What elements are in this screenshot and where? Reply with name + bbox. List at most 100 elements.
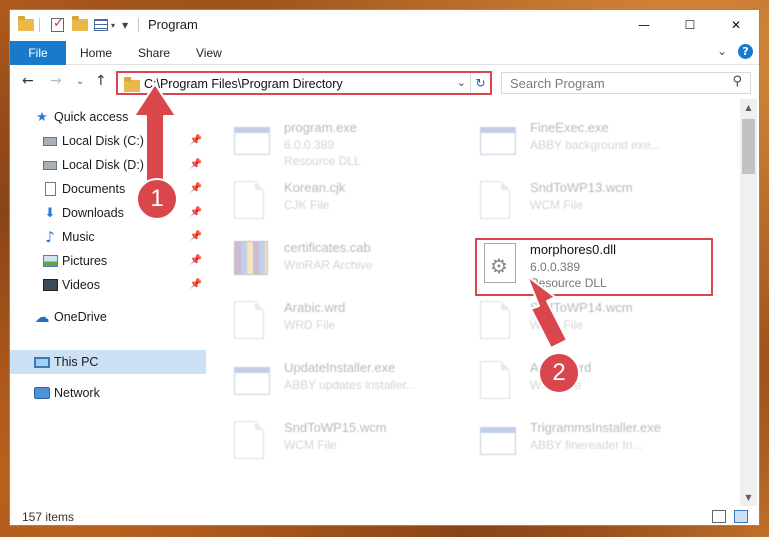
new-folder-icon[interactable] xyxy=(72,16,88,34)
file-type: WCM File xyxy=(530,198,583,212)
details-view-icon[interactable] xyxy=(712,510,726,523)
sidebar-item-pictures[interactable]: Pictures 📌 xyxy=(10,249,206,273)
list-item[interactable]: SndToWP13.wcm WCM File xyxy=(480,177,718,231)
scroll-thumb[interactable] xyxy=(742,119,755,174)
item-count: 157 items xyxy=(22,510,75,524)
pin-icon[interactable]: 📌 xyxy=(190,279,202,290)
forward-button[interactable]: → xyxy=(50,73,62,89)
search-input[interactable] xyxy=(502,73,712,93)
file-name: SndToWP13.wcm xyxy=(530,180,633,195)
properties-icon[interactable] xyxy=(94,16,108,34)
tab-share[interactable]: Share xyxy=(138,46,170,60)
sidebar-item-local-disk-c[interactable]: Local Disk (C:) 📌 xyxy=(10,129,206,153)
download-icon: ⬇ xyxy=(44,205,56,221)
document-icon xyxy=(42,182,58,196)
file-version: 6.0.0.389 xyxy=(284,138,335,152)
list-item[interactable]: UpdateInstaller.exe ABBY updates install… xyxy=(234,357,472,411)
network-icon xyxy=(34,386,50,400)
file-type: WRD File xyxy=(284,318,336,332)
ribbon-collapse-icon[interactable]: ⌄ xyxy=(717,44,727,58)
highlight-box xyxy=(475,238,713,296)
tab-home[interactable]: Home xyxy=(80,46,112,60)
list-item[interactable]: TrigrammsInstaller.exe ABBY finereader t… xyxy=(480,417,718,471)
recent-locations-button[interactable]: ⌄ xyxy=(76,76,84,87)
customize-toolbar-icon[interactable]: ▼ xyxy=(122,16,128,34)
file-type: CJK File xyxy=(284,198,330,212)
sidebar-item-network[interactable]: Network xyxy=(10,381,206,405)
file-name: certificates.cab xyxy=(284,240,371,255)
file-icon xyxy=(234,301,270,341)
ribbon: File Home Share View ⌄ ? xyxy=(10,41,759,65)
list-item[interactable]: Korean.cjk CJK File xyxy=(234,177,472,231)
sidebar-item-this-pc[interactable]: This PC xyxy=(10,350,206,374)
explorer-window: ▾ ▼ Program — ☐ ✕ File Home Share View ⌄… xyxy=(9,9,760,526)
maximize-button[interactable]: ☐ xyxy=(667,10,713,40)
file-icon xyxy=(480,181,516,221)
tab-file[interactable]: File xyxy=(10,41,66,65)
drive-icon xyxy=(42,134,58,148)
properties-check-icon[interactable] xyxy=(51,16,64,34)
exe-icon xyxy=(480,421,516,461)
scroll-down-icon[interactable]: ▼ xyxy=(740,489,757,506)
search-icon[interactable]: ⚲ xyxy=(732,74,742,89)
list-item[interactable]: SndToWP14.wcm WCM File xyxy=(480,297,718,351)
file-type: WCM File xyxy=(284,438,337,452)
exe-icon xyxy=(480,121,516,161)
file-icon xyxy=(234,181,270,221)
pin-icon[interactable]: 📌 xyxy=(190,231,202,242)
file-name: TrigrammsInstaller.exe xyxy=(530,420,661,435)
video-icon xyxy=(42,278,58,292)
refresh-icon[interactable]: ↻ xyxy=(470,73,490,93)
sidebar-item-quick-access[interactable]: ★ Quick access xyxy=(10,105,206,129)
list-item[interactable]: FineExec.exe ABBY background exe... xyxy=(480,117,718,171)
list-item[interactable]: Arabic.wrd WRD File xyxy=(234,297,472,351)
exe-icon xyxy=(234,361,270,401)
file-name: Arabic.wrd xyxy=(284,300,346,315)
star-icon: ★ xyxy=(36,109,48,125)
pin-icon[interactable]: 📌 xyxy=(190,183,202,194)
window-title: Program xyxy=(148,17,198,32)
file-type: ABBY background exe... xyxy=(530,138,661,152)
file-icon xyxy=(234,421,270,461)
file-name: FineExec.exe xyxy=(530,120,609,135)
address-dropdown-icon[interactable]: ⌄ xyxy=(457,76,466,89)
file-type: ABBY updates installer... xyxy=(284,378,416,392)
sidebar-item-onedrive[interactable]: ☁ OneDrive xyxy=(10,305,206,329)
sidebar-item-local-disk-d[interactable]: Local Disk (D:) 📌 xyxy=(10,153,206,177)
file-icon xyxy=(480,361,516,401)
up-button[interactable]: ↑ xyxy=(95,73,107,89)
list-item[interactable]: certificates.cab WinRAR Archive xyxy=(234,237,472,291)
list-item[interactable]: SndToWP15.wcm WCM File xyxy=(234,417,472,471)
sidebar-item-label: Downloads xyxy=(62,206,124,220)
vertical-scrollbar[interactable]: ▲ ▼ xyxy=(740,99,757,506)
sidebar-item-videos[interactable]: Videos 📌 xyxy=(10,273,206,297)
help-icon[interactable]: ? xyxy=(738,44,753,59)
drive-icon xyxy=(42,158,58,172)
tiles-view-icon[interactable] xyxy=(734,510,748,523)
exe-icon xyxy=(234,121,270,161)
file-description: Resource DLL xyxy=(284,154,361,168)
sidebar-item-label: This PC xyxy=(54,355,99,369)
search-box[interactable]: ⚲ xyxy=(501,72,751,94)
pin-icon[interactable]: 📌 xyxy=(190,207,202,218)
file-name: program.exe xyxy=(284,120,357,135)
sidebar-item-music[interactable]: ♪ Music 📌 xyxy=(10,225,206,249)
pin-icon[interactable]: 📌 xyxy=(190,159,202,170)
sidebar-item-label: Local Disk (D:) xyxy=(62,158,144,172)
minimize-button[interactable]: — xyxy=(621,10,667,40)
pin-icon[interactable]: 📌 xyxy=(190,255,202,266)
cloud-icon: ☁ xyxy=(34,308,50,326)
address-bar[interactable]: C:\Program Files\Program Directory ⌄ ↻ xyxy=(116,71,492,95)
picture-icon xyxy=(42,254,58,268)
file-list: program.exe 6.0.0.389 Resource DLL FineE… xyxy=(206,99,759,506)
list-item[interactable]: Arabic.wrd WRD File xyxy=(480,357,718,411)
quick-access-dropdown-icon[interactable]: ▾ xyxy=(111,16,115,34)
list-item[interactable]: program.exe 6.0.0.389 Resource DLL xyxy=(234,117,472,171)
back-button[interactable]: ← xyxy=(22,73,34,89)
tab-view[interactable]: View xyxy=(196,46,222,60)
address-path[interactable]: C:\Program Files\Program Directory xyxy=(144,77,343,91)
close-button[interactable]: ✕ xyxy=(713,10,759,40)
navigation-bar: ← → ⌄ ↑ C:\Program Files\Program Directo… xyxy=(10,65,759,99)
pin-icon[interactable]: 📌 xyxy=(190,135,202,146)
scroll-up-icon[interactable]: ▲ xyxy=(740,99,757,116)
